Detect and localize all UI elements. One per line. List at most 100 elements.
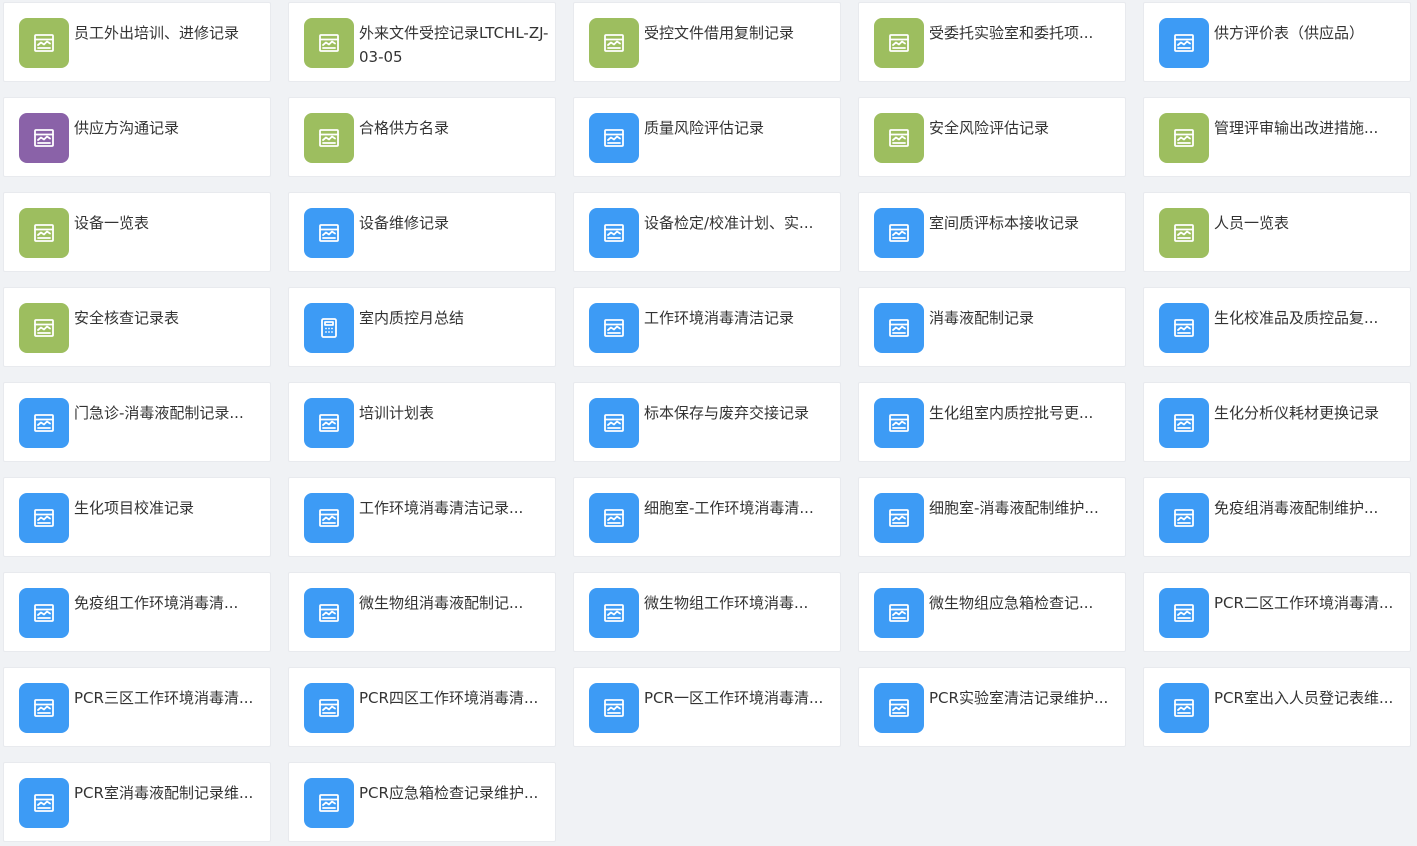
form-card-label: 消毒液配制记录	[929, 309, 1035, 327]
form-card-label: 设备检定/校准计划、实...	[644, 214, 814, 232]
form-icon	[19, 113, 69, 163]
form-icon	[1159, 208, 1209, 258]
form-card-label: 员工外出培训、进修记录	[74, 24, 240, 42]
form-icon	[304, 778, 354, 828]
form-card[interactable]: 设备检定/校准计划、实...	[573, 192, 841, 272]
form-icon	[19, 588, 69, 638]
form-card[interactable]: 受控文件借用复制记录	[573, 2, 841, 82]
form-card-label: 生化校准品及质控品复...	[1214, 309, 1379, 327]
form-card[interactable]: 微生物组工作环境消毒...	[573, 572, 841, 652]
form-card-label: 设备一览表	[74, 214, 150, 232]
form-icon	[19, 398, 69, 448]
form-icon	[1159, 303, 1209, 353]
form-card[interactable]: 免疫组工作环境消毒清...	[3, 572, 271, 652]
form-card[interactable]: 受委托实验室和委托项...	[858, 2, 1126, 82]
form-card-label: PCR室消毒液配制记录维...	[74, 784, 254, 802]
form-card-label: PCR三区工作环境消毒清...	[74, 689, 254, 707]
form-card-label: 门急诊-消毒液配制记录...	[74, 404, 244, 422]
form-card[interactable]: 门急诊-消毒液配制记录...	[3, 382, 271, 462]
form-icon	[304, 398, 354, 448]
form-card[interactable]: 安全风险评估记录	[858, 97, 1126, 177]
form-card[interactable]: 人员一览表	[1143, 192, 1411, 272]
form-card[interactable]: 质量风险评估记录	[573, 97, 841, 177]
form-card-label: 人员一览表	[1214, 214, 1290, 232]
form-card-label: 生化分析仪耗材更换记录	[1214, 404, 1380, 422]
form-card[interactable]: 免疫组消毒液配制维护...	[1143, 477, 1411, 557]
form-card-label: PCR一区工作环境消毒清...	[644, 689, 824, 707]
form-icon	[304, 18, 354, 68]
form-card-label: 培训计划表	[359, 404, 435, 422]
form-icon	[874, 208, 924, 258]
form-card[interactable]: PCR二区工作环境消毒清...	[1143, 572, 1411, 652]
form-icon	[304, 493, 354, 543]
form-card[interactable]: PCR室消毒液配制记录维...	[3, 762, 271, 842]
form-card[interactable]: 设备一览表	[3, 192, 271, 272]
form-card[interactable]: 培训计划表	[288, 382, 556, 462]
form-icon	[19, 778, 69, 828]
form-card[interactable]: 工作环境消毒清洁记录	[573, 287, 841, 367]
form-card-label: 质量风险评估记录	[644, 119, 765, 137]
form-card[interactable]: 微生物组消毒液配制记...	[288, 572, 556, 652]
form-card[interactable]: 外来文件受控记录LTCHL-ZJ-03-05	[288, 2, 556, 82]
form-card-label: 合格供方名录	[359, 119, 450, 137]
form-icon	[19, 18, 69, 68]
form-icon	[874, 588, 924, 638]
form-card[interactable]: 供方评价表（供应品）	[1143, 2, 1411, 82]
form-card-label: PCR四区工作环境消毒清...	[359, 689, 539, 707]
form-card[interactable]: 合格供方名录	[288, 97, 556, 177]
form-icon	[874, 303, 924, 353]
form-card-label: 微生物组应急箱检查记...	[929, 594, 1094, 612]
form-icon	[589, 208, 639, 258]
form-card[interactable]: 管理评审输出改进措施...	[1143, 97, 1411, 177]
form-card[interactable]: PCR三区工作环境消毒清...	[3, 667, 271, 747]
form-card-label: 免疫组消毒液配制维护...	[1214, 499, 1379, 517]
form-card[interactable]: 细胞室-工作环境消毒清...	[573, 477, 841, 557]
form-card[interactable]: PCR室出入人员登记表维...	[1143, 667, 1411, 747]
form-icon	[874, 113, 924, 163]
form-icon	[589, 303, 639, 353]
form-icon	[1159, 113, 1209, 163]
form-card[interactable]: PCR四区工作环境消毒清...	[288, 667, 556, 747]
form-card[interactable]: 生化项目校准记录	[3, 477, 271, 557]
form-card-label: 安全风险评估记录	[929, 119, 1050, 137]
form-card[interactable]: 员工外出培训、进修记录	[3, 2, 271, 82]
form-card-label: 工作环境消毒清洁记录...	[359, 499, 524, 517]
form-card-label: 供应方沟通记录	[74, 119, 180, 137]
form-card-label: 受控文件借用复制记录	[644, 24, 795, 42]
form-card[interactable]: 设备维修记录	[288, 192, 556, 272]
form-card[interactable]: 消毒液配制记录	[858, 287, 1126, 367]
form-card-label: 管理评审输出改进措施...	[1214, 119, 1379, 137]
form-card-label: 细胞室-工作环境消毒清...	[644, 499, 814, 517]
form-card[interactable]: 生化组室内质控批号更...	[858, 382, 1126, 462]
form-card[interactable]: PCR应急箱检查记录维护...	[288, 762, 556, 842]
form-icon	[304, 208, 354, 258]
form-icon	[589, 683, 639, 733]
form-card[interactable]: 微生物组应急箱检查记...	[858, 572, 1126, 652]
form-icon	[1159, 588, 1209, 638]
form-card[interactable]: PCR实验室清洁记录维护...	[858, 667, 1126, 747]
form-card[interactable]: 供应方沟通记录	[3, 97, 271, 177]
form-card[interactable]: 标本保存与废弃交接记录	[573, 382, 841, 462]
form-card-label: 微生物组工作环境消毒...	[644, 594, 809, 612]
form-card[interactable]: 室内质控月总结	[288, 287, 556, 367]
form-icon	[874, 398, 924, 448]
form-card[interactable]: 工作环境消毒清洁记录...	[288, 477, 556, 557]
form-card[interactable]: 细胞室-消毒液配制维护...	[858, 477, 1126, 557]
form-icon	[1159, 493, 1209, 543]
form-icon	[19, 303, 69, 353]
form-icon	[589, 588, 639, 638]
form-card-label: 标本保存与废弃交接记录	[644, 404, 810, 422]
form-card[interactable]: 室间质评标本接收记录	[858, 192, 1126, 272]
form-card-label: PCR室出入人员登记表维...	[1214, 689, 1394, 707]
form-card[interactable]: 生化分析仪耗材更换记录	[1143, 382, 1411, 462]
form-card[interactable]: 安全核查记录表	[3, 287, 271, 367]
form-card[interactable]: PCR一区工作环境消毒清...	[573, 667, 841, 747]
form-icon	[1159, 398, 1209, 448]
form-icon	[589, 113, 639, 163]
form-card[interactable]: 生化校准品及质控品复...	[1143, 287, 1411, 367]
form-card-label: 室内质控月总结	[359, 309, 465, 327]
form-card-label: 室间质评标本接收记录	[929, 214, 1080, 232]
form-card-label: 生化项目校准记录	[74, 499, 195, 517]
form-icon	[1159, 18, 1209, 68]
form-card-label: 细胞室-消毒液配制维护...	[929, 499, 1099, 517]
